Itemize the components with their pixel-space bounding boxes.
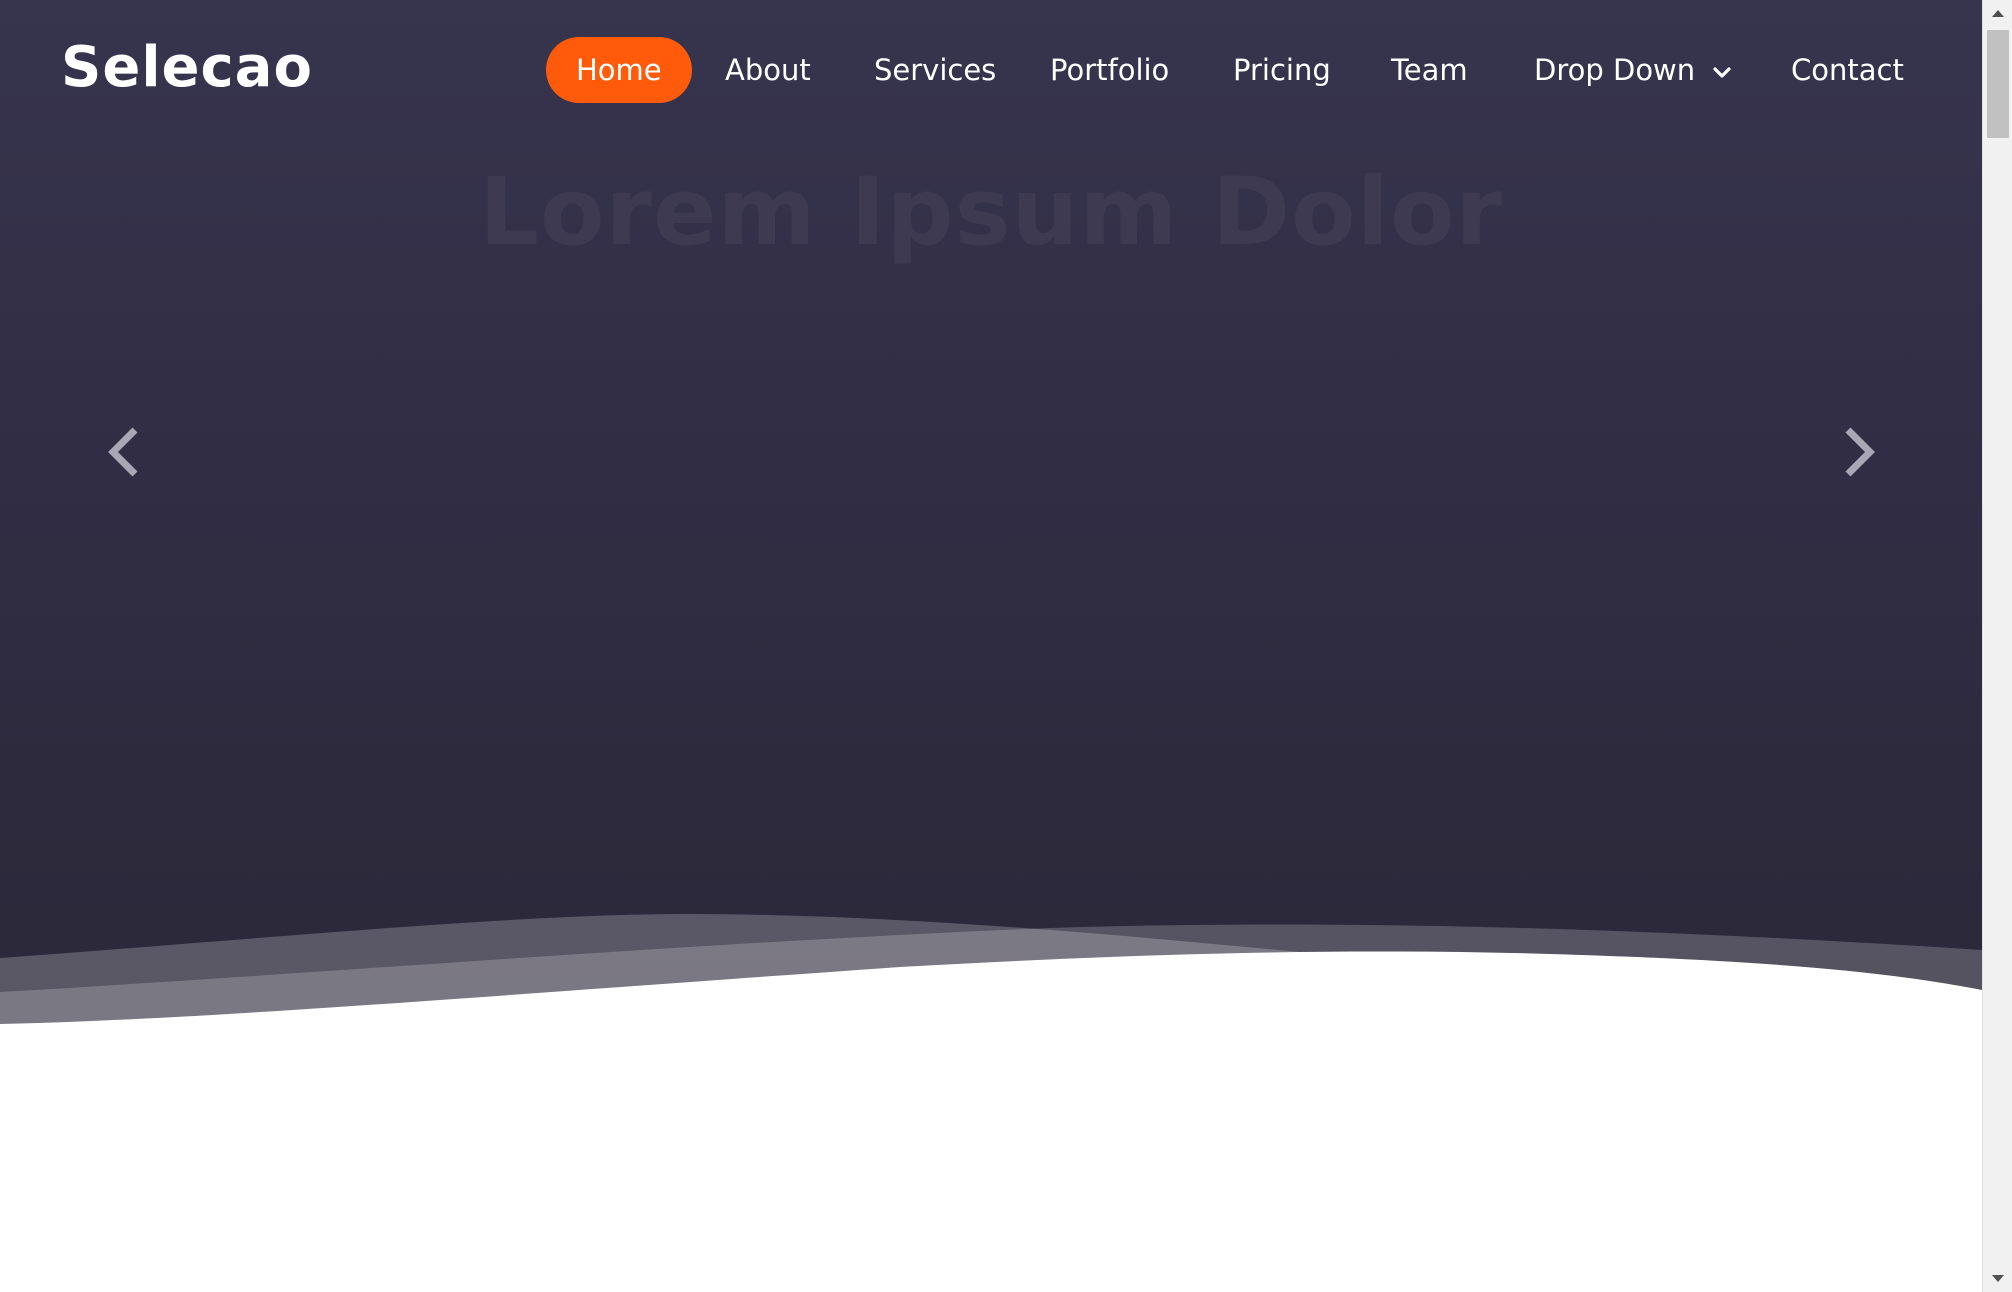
carousel-next-button[interactable]: [1828, 420, 1888, 484]
hero-section: Selecao Home About Services Portfolio Pr…: [0, 0, 1982, 1030]
nav-item-contact[interactable]: Contact: [1791, 37, 1904, 103]
nav-item-pricing[interactable]: Pricing: [1233, 37, 1331, 103]
nav-item-about[interactable]: About: [725, 37, 811, 103]
main-nav: Home About Services Portfolio Pricing Te…: [0, 37, 1982, 103]
chevron-right-icon: [1845, 427, 1875, 477]
site-header: Selecao Home About Services Portfolio Pr…: [0, 0, 1982, 136]
nav-item-dropdown-label: Drop Down: [1534, 53, 1696, 87]
hero-wave-decoration: [0, 914, 1982, 1030]
chevron-left-icon: [108, 427, 138, 477]
nav-item-portfolio[interactable]: Portfolio: [1050, 37, 1169, 103]
scrollbar-thumb[interactable]: [1987, 30, 2009, 138]
nav-item-home[interactable]: Home: [546, 37, 692, 103]
nav-item-dropdown[interactable]: Drop Down: [1534, 37, 1733, 103]
carousel-prev-button[interactable]: [95, 420, 155, 484]
scroll-up-arrow-icon[interactable]: [1983, 0, 2012, 28]
vertical-scrollbar[interactable]: [1982, 0, 2012, 1292]
nav-item-team[interactable]: Team: [1391, 37, 1468, 103]
page-viewport: Selecao Home About Services Portfolio Pr…: [0, 0, 1982, 1292]
nav-item-services[interactable]: Services: [874, 37, 996, 103]
hero-title: Lorem Ipsum Dolor: [479, 158, 1503, 267]
chevron-down-icon: [1713, 67, 1731, 78]
scroll-down-arrow-icon[interactable]: [1983, 1264, 2012, 1292]
